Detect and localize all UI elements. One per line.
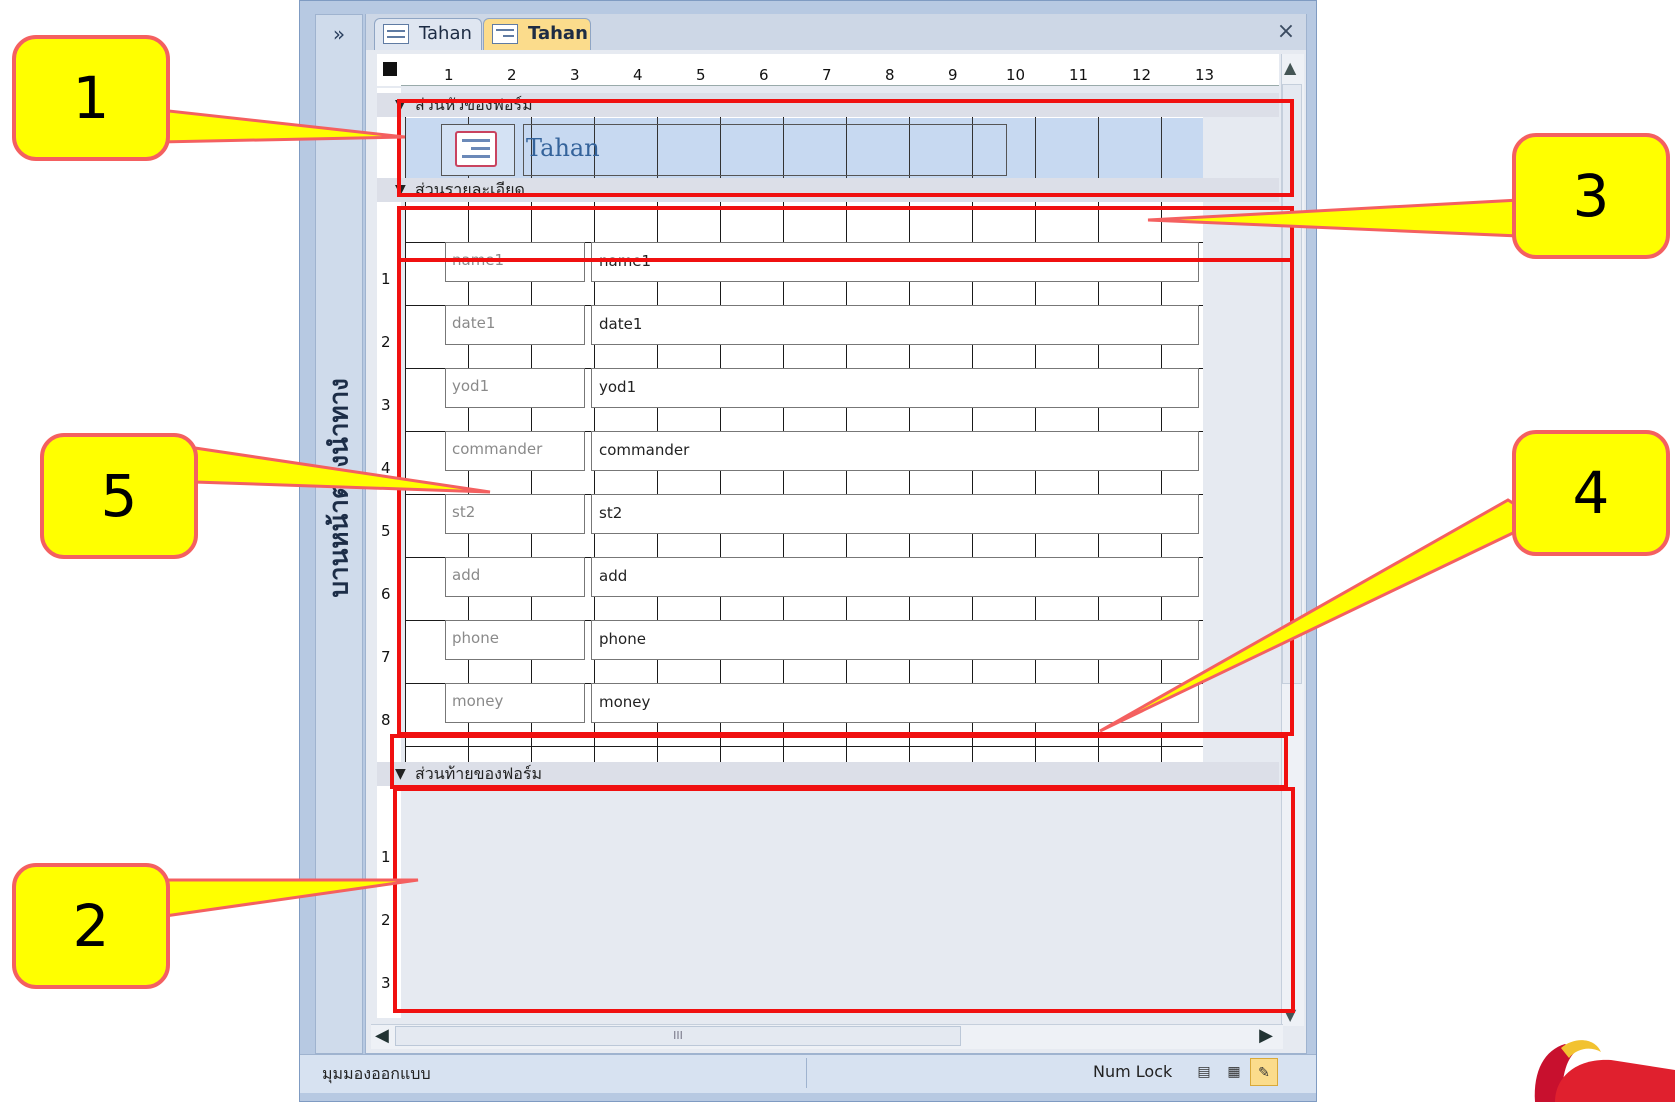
callout-pointer-5	[193, 446, 491, 494]
callout-pointer-2	[163, 878, 419, 918]
callout-pointer-4	[1099, 498, 1544, 733]
callout-4: 4	[1512, 430, 1670, 556]
callout-3: 3	[1512, 133, 1670, 259]
callout-2: 2	[12, 863, 170, 989]
callout-pointer-1	[158, 108, 406, 144]
decorative-ribbon-icon	[1534, 1040, 1675, 1102]
callout-5: 5	[40, 433, 198, 559]
callout-pointers	[158, 108, 1544, 918]
callout-pointer-3	[1147, 198, 1522, 238]
callout-1: 1	[12, 35, 170, 161]
